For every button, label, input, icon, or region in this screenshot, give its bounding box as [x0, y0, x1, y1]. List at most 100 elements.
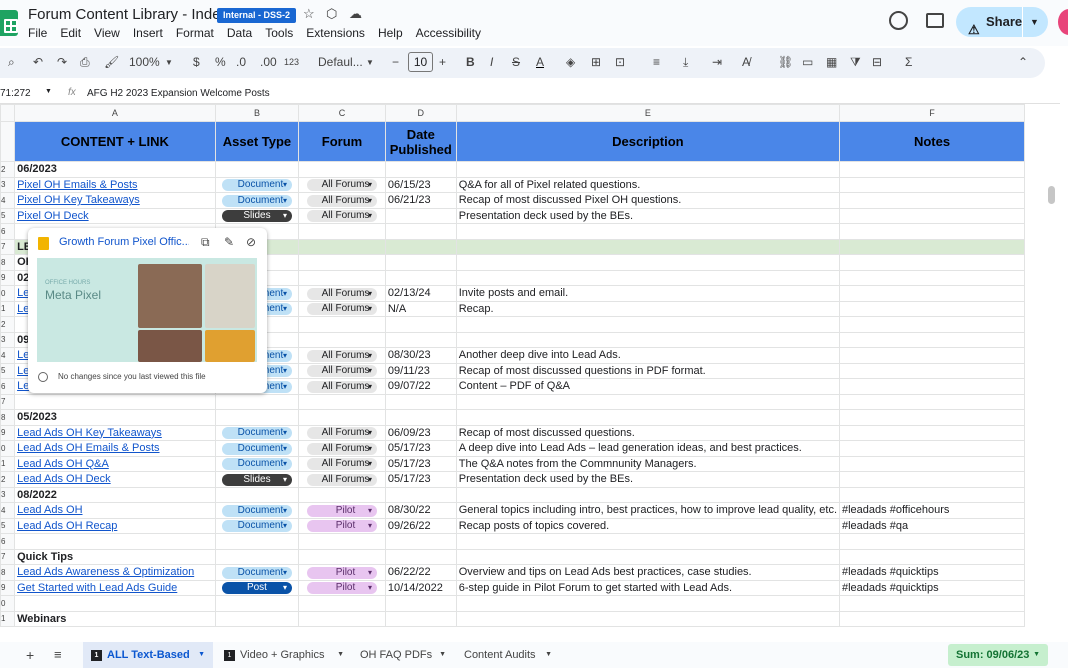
text-color-icon[interactable]: A [536, 55, 544, 69]
functions-icon[interactable]: Σ [905, 55, 912, 69]
font-select[interactable]: Defaul... [318, 55, 363, 69]
row-number[interactable]: 7 [0, 238, 16, 255]
print-icon[interactable]: ⎙ [80, 55, 90, 70]
cell-date-published[interactable]: 09/26/22 [384, 517, 457, 534]
cell-description[interactable] [455, 548, 841, 565]
column-header-c[interactable]: C [298, 104, 386, 122]
cell-description[interactable]: A deep dive into Lead Ads – lead generat… [455, 440, 841, 457]
decrease-decimal-button[interactable]: .0 [236, 55, 246, 69]
column-header-b[interactable]: B [214, 104, 300, 122]
cell-notes[interactable] [839, 316, 1025, 333]
move-icon[interactable]: ⬡ [326, 6, 337, 22]
cell-date-published[interactable] [384, 238, 457, 255]
cell-content-link[interactable]: Lead Ads Awareness & Optimization [14, 564, 216, 581]
cell-asset-type[interactable]: Post [214, 579, 300, 596]
cell-forum[interactable] [298, 393, 386, 410]
search-menus-icon[interactable]: ⌕ [8, 55, 15, 70]
edit-link-icon[interactable]: ✎ [224, 235, 234, 249]
cell-notes[interactable] [839, 409, 1025, 426]
row-number[interactable]: 2 [0, 161, 16, 178]
content-link[interactable]: Pixel OH Deck [17, 210, 89, 222]
star-icon[interactable]: ☆ [303, 6, 315, 22]
column-header-f[interactable]: F [839, 104, 1025, 122]
menu-data[interactable]: Data [227, 26, 252, 40]
header-forum[interactable]: Forum [298, 121, 386, 162]
cell-asset-type[interactable] [214, 486, 300, 503]
cell-content-link[interactable]: Get Started with Lead Ads Guide [14, 579, 216, 596]
borders-icon[interactable]: ⊞ [591, 55, 601, 69]
cell-notes[interactable]: #leadads #officehours [839, 502, 1025, 519]
cell-notes[interactable] [839, 393, 1025, 410]
cell-content-link[interactable]: Pixel OH Deck [14, 207, 216, 224]
forum-chip[interactable]: All Forums [307, 458, 378, 471]
content-link[interactable]: Lead Ads OH Emails & Posts [17, 442, 159, 454]
row-number[interactable]: 5 [0, 207, 16, 224]
cell-description[interactable] [455, 161, 841, 178]
row-number[interactable]: 2 [0, 316, 16, 333]
cell-content-link[interactable]: 08/2022 [14, 486, 216, 503]
cell-notes[interactable] [839, 424, 1025, 441]
row-number[interactable]: 1 [0, 610, 16, 627]
cell-asset-type[interactable]: Document [214, 517, 300, 534]
forum-chip[interactable]: Pilot [307, 520, 378, 533]
row-number[interactable]: 0 [0, 595, 16, 612]
content-link[interactable]: Lead Ads OH Q&A [17, 458, 109, 470]
vertical-scrollbar[interactable] [1048, 186, 1055, 204]
cell-description[interactable]: Recap of most discussed questions. [455, 424, 841, 441]
cell-forum[interactable]: All Forums [298, 378, 386, 395]
cell-asset-type[interactable]: Document [214, 176, 300, 193]
cell-forum[interactable] [298, 316, 386, 333]
cell-content-link[interactable]: Lead Ads OH Emails & Posts [14, 440, 216, 457]
insert-link-icon[interactable]: ⛓ [778, 55, 793, 69]
cell-notes[interactable] [839, 471, 1025, 488]
header-notes[interactable]: Notes [839, 121, 1025, 162]
forum-chip[interactable]: All Forums [307, 194, 378, 207]
cell-description[interactable] [455, 393, 841, 410]
cell-date-published[interactable] [384, 269, 457, 286]
cell-date-published[interactable]: 08/30/23 [384, 347, 457, 364]
cell-date-published[interactable] [384, 548, 457, 565]
asset-type-chip[interactable]: Slides [221, 210, 292, 223]
cell-date-published[interactable] [384, 316, 457, 333]
cell-date-published[interactable]: 09/07/22 [384, 378, 457, 395]
cell-asset-type[interactable]: Slides [214, 471, 300, 488]
version-history-icon[interactable] [889, 11, 908, 30]
tab-menu-icon[interactable]: ▼ [545, 642, 552, 668]
file-thumbnail[interactable]: OFFICE HOURS Meta Pixel [37, 258, 257, 362]
cell-notes[interactable] [839, 378, 1025, 395]
cell-content-link[interactable]: Lead Ads OH Recap [14, 517, 216, 534]
cell-asset-type[interactable] [214, 610, 300, 627]
cell-forum[interactable] [298, 595, 386, 612]
more-formats-button[interactable]: 123 [284, 57, 299, 67]
cell-forum[interactable]: All Forums [298, 471, 386, 488]
row-number[interactable]: 4 [0, 347, 16, 364]
row-number[interactable]: 6 [0, 378, 16, 395]
asset-type-chip[interactable]: Document [221, 427, 292, 440]
sum-dropdown-icon[interactable]: ▼ [1033, 644, 1040, 666]
row-number[interactable]: 3 [0, 176, 16, 193]
tab-video-graphics[interactable]: 1 Video + Graphics ▼ [216, 642, 352, 668]
share-button[interactable]: ⚠ Share ▼ [956, 7, 1048, 37]
cell-notes[interactable] [839, 595, 1025, 612]
paint-format-icon[interactable]: 🖌 [104, 55, 119, 69]
cell-content-link[interactable]: Pixel OH Key Takeaways [14, 192, 216, 209]
sheets-logo-icon[interactable] [0, 10, 18, 36]
cell-asset-type[interactable] [214, 161, 300, 178]
cell-content-link[interactable]: 05/2023 [14, 409, 216, 426]
vertical-align-icon[interactable]: ⤓ [683, 55, 688, 70]
cell-asset-type[interactable]: Document [214, 424, 300, 441]
cell-description[interactable]: Presentation deck used by the BEs. [455, 207, 841, 224]
cell-date-published[interactable] [384, 393, 457, 410]
column-header-e[interactable]: E [455, 104, 841, 122]
tab-menu-icon[interactable]: ▼ [337, 642, 344, 668]
copy-link-icon[interactable]: ⧉ [201, 235, 210, 250]
cell-forum[interactable] [298, 486, 386, 503]
row-number[interactable]: 9 [0, 269, 16, 286]
cell-notes[interactable] [839, 207, 1025, 224]
asset-type-chip[interactable]: Document [221, 442, 292, 455]
row-number[interactable]: 8 [0, 409, 16, 426]
cell-date-published[interactable] [384, 595, 457, 612]
cell-notes[interactable] [839, 269, 1025, 286]
cell-date-published[interactable] [384, 161, 457, 178]
forum-chip[interactable]: Pilot [307, 582, 378, 595]
